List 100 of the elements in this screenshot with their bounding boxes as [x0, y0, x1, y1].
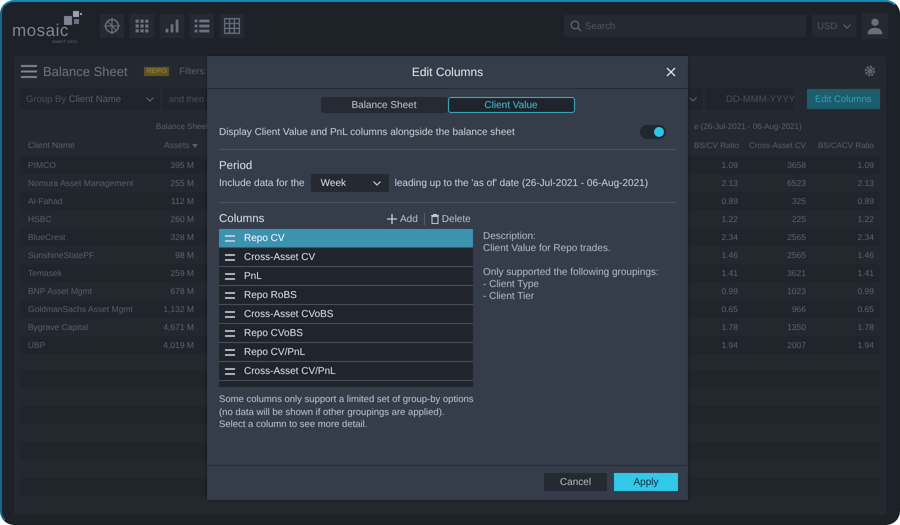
table-cell-text: 678 M	[169, 286, 195, 296]
table-cell-text: 1.41	[856, 268, 874, 278]
table-cell-text: 4,019 M	[162, 340, 195, 350]
period-suffix: leading up to the 'as of' date (26-Jul-2021 - 06-Aug-2021)	[394, 178, 648, 188]
drag-handle-icon[interactable]	[225, 234, 235, 242]
tab[interactable]: Balance Sheet	[320, 97, 448, 113]
table-cell-text: 1.46	[856, 250, 874, 260]
table-cell-text: 1.94	[720, 340, 738, 350]
column-list-item[interactable]: Repo CV	[219, 229, 473, 247]
table-cell-text: HSBC	[27, 214, 53, 224]
column-list-item[interactable]: Cross-Asset CVoBS	[219, 305, 473, 323]
crosshair-globe-icon[interactable]	[100, 14, 124, 38]
period-prefix: Include data for the	[219, 178, 305, 188]
column-list-item[interactable]: Cross-Asset CV/PnL	[219, 362, 473, 380]
table-cell-text: 2007	[786, 340, 806, 350]
table-cell-text: 2.13	[856, 178, 874, 188]
table-cell-text: 0.65	[856, 304, 874, 314]
close-icon[interactable]	[666, 67, 676, 77]
dialog-title: Edit Columns	[412, 65, 484, 79]
sort-caret-icon[interactable]	[192, 144, 198, 148]
list-icon[interactable]	[190, 14, 214, 38]
table-cell-text: 1.22	[856, 214, 874, 224]
drag-handle-icon[interactable]	[225, 310, 235, 318]
table-cell-text: 0.65	[720, 304, 738, 314]
apply-button[interactable]: Apply	[614, 473, 678, 491]
drag-handle-icon[interactable]	[225, 348, 235, 356]
chevron-down-icon	[146, 96, 154, 102]
table-cell-text: 0.89	[720, 196, 738, 206]
table-cell-text: UBP	[27, 340, 46, 350]
table-cell-text: 2565	[786, 250, 806, 260]
grouping-item: - Client Type	[483, 279, 540, 291]
table-cell-text: SunshineStatePF	[27, 250, 96, 260]
help-note: Some columns only support a limited set of group-by options (no data will be shown if other groupings are applied). Select a column to see more detail.	[219, 394, 475, 432]
column-list-item[interactable]: Repo CV/PnL	[219, 343, 473, 361]
table-cell-text: Nomura Asset Management	[27, 178, 134, 188]
table-cell-text: 0.99	[720, 286, 738, 296]
column-list-item[interactable]: PnL	[219, 267, 473, 285]
trash-icon	[430, 214, 439, 224]
table-cell-text: 0.89	[856, 196, 874, 206]
table-cell-text: 1.09	[856, 160, 874, 170]
group-header: e (26-Jul-2021 - 06-Aug-2021)	[694, 122, 803, 130]
tab[interactable]: Client Value	[448, 97, 574, 113]
table-cell-text: 225	[790, 214, 806, 224]
mosaic-squares-icon	[64, 11, 82, 25]
user-avatar-icon[interactable]	[862, 13, 888, 39]
drag-handle-icon[interactable]	[225, 330, 235, 336]
table-cell-text: Bygrave Capital	[27, 322, 90, 332]
table-cell-text: BNP Asset Mgmt	[27, 286, 94, 296]
column-list-item[interactable]: Cross-Asset CV	[219, 248, 473, 266]
table-cell-text: 98 M	[174, 250, 195, 260]
table-cell-text: 259 M	[169, 268, 195, 278]
table-cell-text: 1350	[786, 322, 806, 332]
column-list-item[interactable]: Repo RoBS	[219, 286, 473, 304]
groupings-label: Only supported the following groupings:	[483, 267, 659, 279]
table-cell-text: 325	[790, 196, 806, 206]
table-cell-text: GoldmanSachs Asset Mgmt	[27, 304, 134, 314]
group-header: Balance Sheet	[155, 122, 210, 130]
table-cell-text: 3658	[786, 160, 806, 170]
drag-handle-icon[interactable]	[225, 292, 235, 298]
panel-title: Balance Sheet	[43, 64, 128, 78]
table-cell-text: 4,671 M	[162, 322, 195, 332]
section-heading: Period	[219, 160, 254, 172]
table-cell-text: 1023	[786, 286, 806, 296]
drag-handle-icon[interactable]	[225, 272, 235, 280]
table-cell-text: 2565	[786, 232, 806, 242]
table-cell-text: 966	[790, 304, 806, 314]
table-cell-text: 0.99	[856, 286, 874, 296]
description-label: Description:	[483, 231, 537, 243]
table-grid-icon[interactable]	[220, 14, 244, 38]
logo-wordmark: mosaic	[12, 22, 69, 40]
table-cell-text: 1.09	[720, 160, 738, 170]
chevron-down-icon	[372, 180, 381, 186]
table-cell-text: 328 M	[169, 232, 195, 242]
table-cell-text: PIMCO	[27, 160, 57, 170]
table-cell-text: 1.46	[720, 250, 738, 260]
search-icon	[570, 20, 582, 32]
toggle-switch[interactable]	[640, 125, 666, 139]
table-cell-text: 112 M	[170, 196, 195, 206]
table-cell-text: 3621	[786, 268, 806, 278]
filters-label: Filters:	[179, 66, 206, 76]
drag-handle-icon[interactable]	[225, 254, 235, 260]
toggle-label: Display Client Value and PnL columns alongside the balance sheet	[219, 126, 515, 138]
cancel-button[interactable]: Cancel	[544, 473, 607, 491]
description-text: Client Value for Repo trades.	[483, 243, 612, 255]
delete-button[interactable]: Delete	[430, 214, 471, 224]
add-button[interactable]: Add	[387, 214, 418, 224]
plus-icon	[387, 214, 397, 224]
column-list-item[interactable]: Repo CVoBS	[219, 324, 473, 342]
chevron-down-icon	[689, 96, 697, 102]
table-cell-text: 1.78	[856, 322, 874, 332]
dot-grid-icon[interactable]	[130, 14, 154, 38]
table-cell-text: 1.78	[720, 322, 738, 332]
menu-icon[interactable]	[21, 64, 37, 78]
bar-chart-icon[interactable]	[160, 14, 184, 38]
drag-handle-icon[interactable]	[225, 368, 235, 374]
table-cell-text: 1,132 M	[162, 304, 195, 314]
settings-icon[interactable]	[864, 65, 876, 77]
table-cell-text: 1.41	[720, 268, 738, 278]
table-cell-text: Al-Fahad	[27, 196, 64, 206]
period-dropdown[interactable]: Week	[310, 174, 389, 192]
